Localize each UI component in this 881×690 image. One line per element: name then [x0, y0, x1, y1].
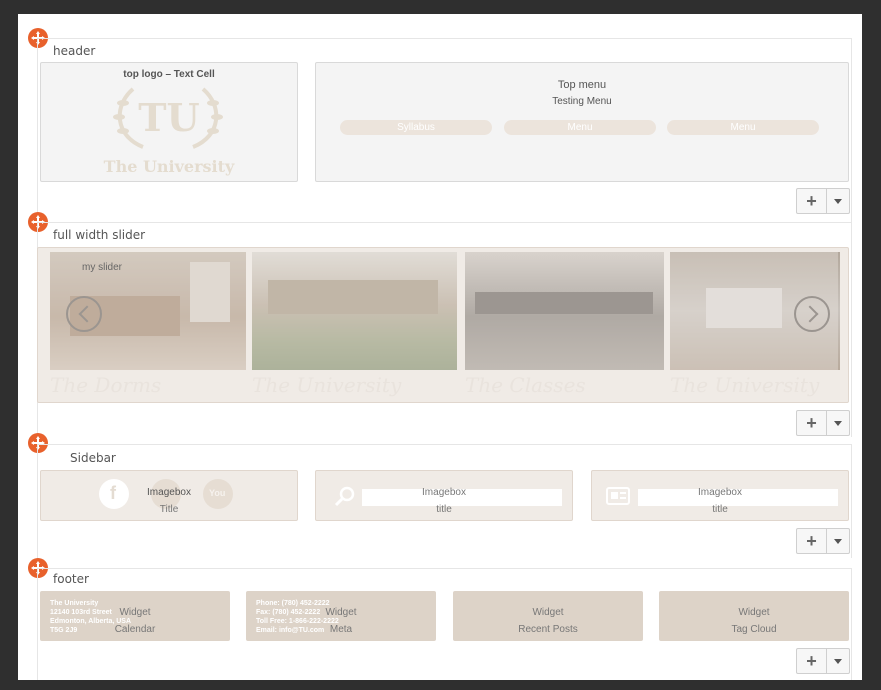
imagebox-cell[interactable]: f You Imagebox Title: [40, 470, 298, 521]
section-title-footer: footer: [53, 572, 89, 586]
logo-monogram: TU: [138, 95, 200, 140]
widget-label: Widget: [325, 607, 357, 618]
widget-label: Widget: [532, 607, 564, 618]
caret-down-icon[interactable]: [827, 189, 849, 213]
widget-recent-posts[interactable]: Widget Recent Posts: [453, 591, 643, 641]
section-title-header: header: [53, 44, 96, 58]
plus-icon[interactable]: +: [797, 411, 827, 435]
section-title-slider: full width slider: [53, 228, 146, 242]
caret-down-icon[interactable]: [827, 649, 849, 673]
slider-cell[interactable]: my slider The Dorms The University The C…: [37, 247, 849, 403]
imagebox-title: title: [436, 504, 452, 515]
menu-name: Testing Menu: [552, 96, 612, 107]
logo-cell-label: top logo – Text Cell: [123, 69, 215, 80]
widget-calendar[interactable]: The University 12140 103rd Street Edmont…: [40, 591, 230, 641]
plus-icon[interactable]: +: [797, 189, 827, 213]
menu-item-syllabus[interactable]: Syllabus: [340, 120, 492, 135]
menu-item-3[interactable]: Menu: [667, 120, 819, 135]
widget-name: Tag Cloud: [731, 624, 777, 635]
imagebox-cell[interactable]: Imagebox title: [315, 470, 573, 521]
chevron-left-icon[interactable]: [66, 296, 102, 332]
widget-label: Widget: [119, 607, 151, 618]
imagebox-title: title: [712, 504, 728, 515]
widget-tag-cloud[interactable]: Widget Tag Cloud: [659, 591, 849, 641]
slide-caption: The University: [252, 373, 402, 397]
logo-cell[interactable]: top logo – Text Cell TU The University: [40, 62, 298, 182]
top-menu-cell[interactable]: Top menu Testing Menu Syllabus Menu Menu: [315, 62, 849, 182]
slider-row-controls: +: [796, 410, 850, 436]
top-menu-label: Top menu: [557, 79, 607, 91]
widget-name: Recent Posts: [518, 624, 578, 635]
layout-canvas: header top logo – Text Cell TU The Unive…: [18, 14, 862, 680]
slide-caption: The Classes: [465, 373, 586, 397]
plus-icon[interactable]: +: [797, 529, 827, 553]
sidebar-row-controls: +: [796, 528, 850, 554]
header-row-controls: +: [796, 188, 850, 214]
plus-icon[interactable]: +: [797, 649, 827, 673]
imagebox-label: Imagebox: [422, 487, 466, 498]
slide-caption: The Dorms: [50, 373, 162, 397]
slide-caption: The University: [670, 373, 820, 397]
logo-wordmark: The University: [103, 157, 235, 176]
imagebox-title: Title: [159, 504, 179, 515]
caret-down-icon[interactable]: [827, 411, 849, 435]
caret-down-icon[interactable]: [827, 529, 849, 553]
chevron-right-icon[interactable]: [794, 296, 830, 332]
widget-label: Widget: [738, 607, 770, 618]
footer-row-controls: +: [796, 648, 850, 674]
widget-name: Meta: [329, 624, 353, 635]
slider-label: my slider: [82, 262, 123, 273]
widget-name: Calendar: [114, 624, 156, 635]
widget-meta[interactable]: Phone: (780) 452-2222 Fax: (780) 452-222…: [246, 591, 436, 641]
imagebox-label: Imagebox: [698, 487, 742, 498]
menu-item-2[interactable]: Menu: [504, 120, 656, 135]
imagebox-label: Imagebox: [147, 487, 191, 498]
section-title-sidebar: Sidebar: [70, 451, 116, 465]
imagebox-cell[interactable]: Imagebox title: [591, 470, 849, 521]
